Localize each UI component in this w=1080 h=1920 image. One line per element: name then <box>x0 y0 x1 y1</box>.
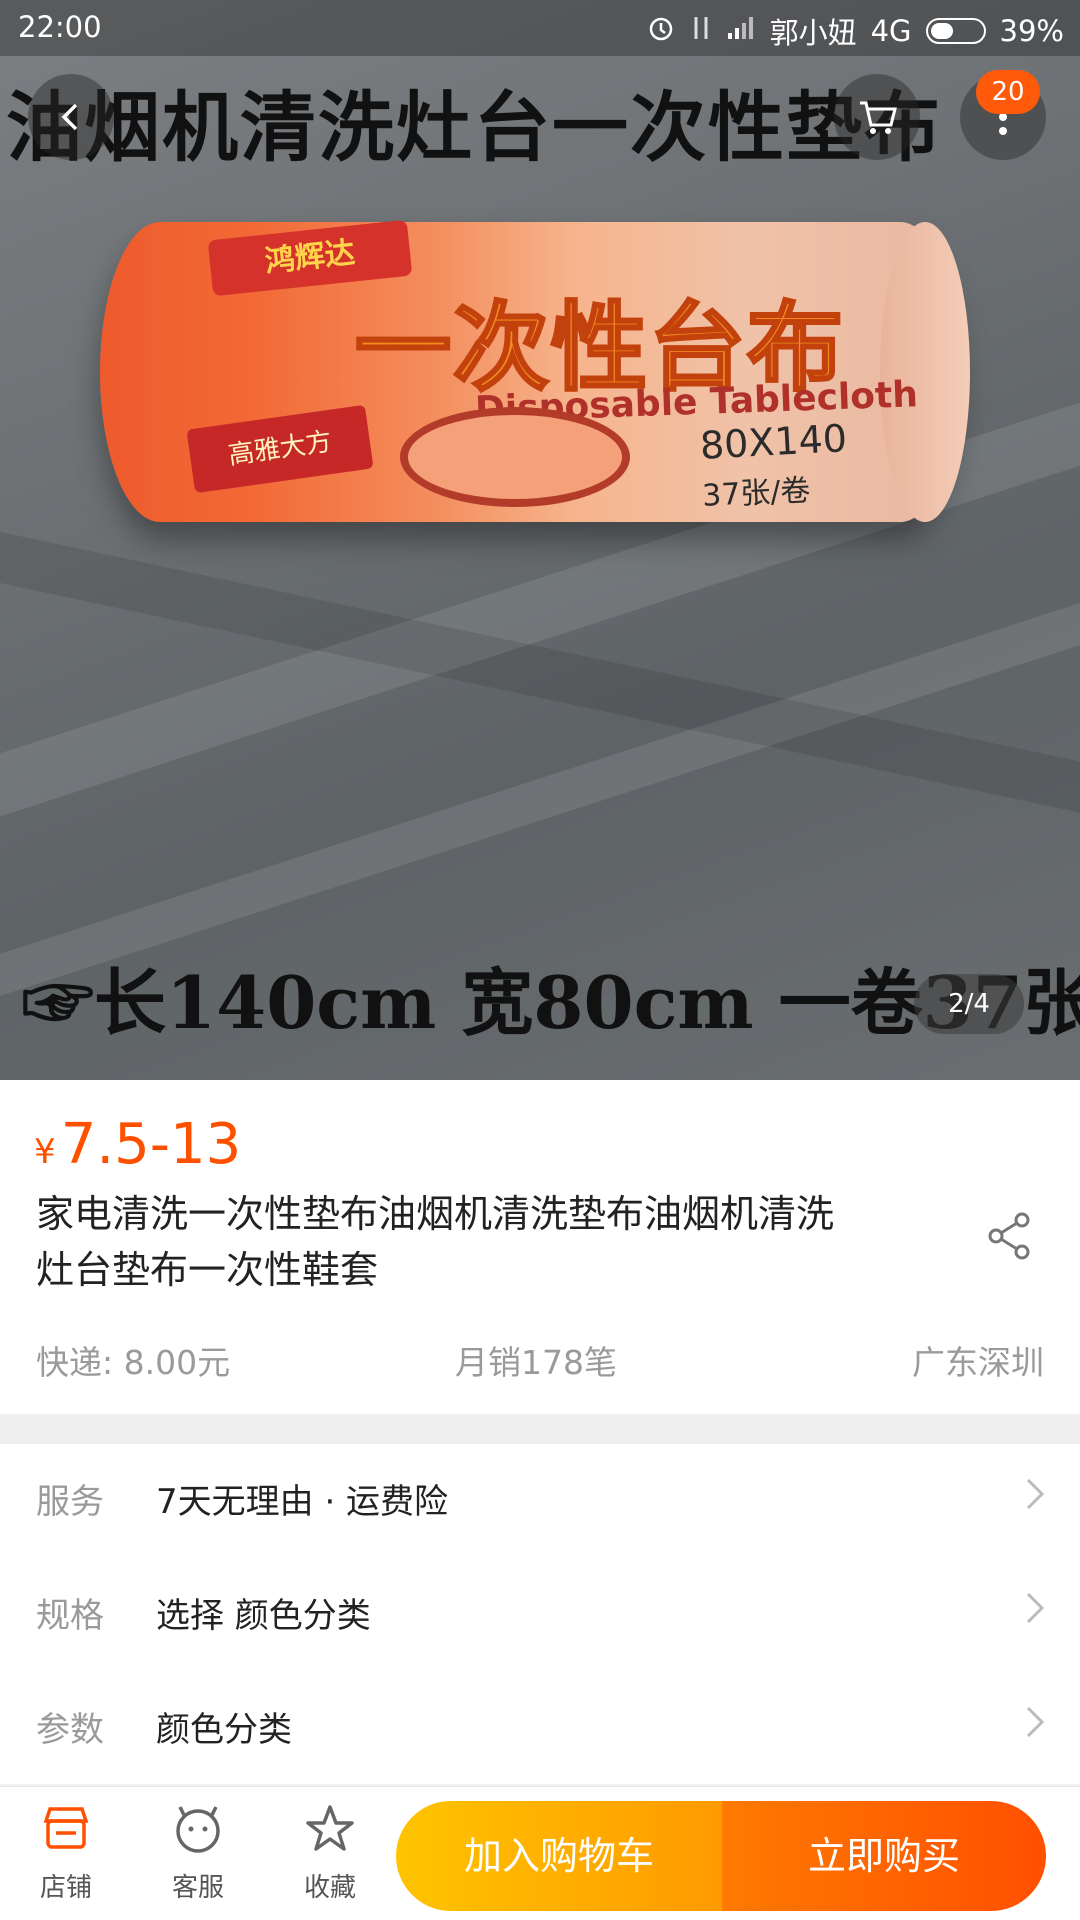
package-plate-graphic <box>400 407 630 507</box>
product-info: ¥ 7.5-13 家电清洗一次性垫布油烟机清洗垫布油烟机清洗灶台垫布一次性鞋套 … <box>0 1080 1080 1414</box>
store-icon <box>43 1807 89 1849</box>
add-to-cart-button[interactable]: 加入购物车 <box>396 1801 722 1911</box>
price-value: 7.5-13 <box>60 1112 242 1177</box>
row-key: 参数 <box>36 1710 104 1750</box>
row-value: 颜色分类 <box>156 1710 292 1750</box>
product-roll: 鸿辉达 一次性台布 Disposable Tablecloth 高雅大方 80X… <box>100 219 970 522</box>
cart-icon <box>860 101 897 134</box>
data-transfer-icon <box>690 13 712 50</box>
ship-from-location: 广东深圳 <box>912 1343 1044 1382</box>
signal-icon <box>726 14 756 48</box>
price-currency: ¥ <box>34 1132 56 1172</box>
status-time: 22:00 <box>18 10 102 44</box>
image-page-indicator: 2/4 <box>914 974 1024 1034</box>
monthly-sales: 月销178笔 <box>455 1343 617 1382</box>
bottom-action-bar: 店铺 客服 收藏 加入购物车 立即购买 <box>0 1786 1080 1920</box>
shipping-fee: 快递: 8.00元 <box>36 1343 231 1382</box>
package-size: 80X140 <box>698 416 848 468</box>
tab-label: 客服 <box>171 1873 224 1903</box>
tab-label: 店铺 <box>39 1873 92 1903</box>
roll-end <box>880 222 970 522</box>
row-value: 选择 颜色分类 <box>156 1596 371 1636</box>
row-service[interactable]: 服务 7天无理由 · 运费险 <box>0 1444 1080 1558</box>
row-key: 服务 <box>36 1482 104 1522</box>
product-title: 家电清洗一次性垫布油烟机清洗垫布油烟机清洗灶台垫布一次性鞋套 <box>36 1192 835 1292</box>
tab-label: 收藏 <box>303 1873 356 1903</box>
customer-service-icon <box>176 1806 220 1853</box>
row-spec[interactable]: 规格 选择 颜色分类 <box>0 1558 1080 1672</box>
row-key: 规格 <box>36 1596 104 1636</box>
back-button[interactable] <box>28 74 114 160</box>
status-bar: 22:00 郭小妞 4G 39% <box>0 0 1080 56</box>
chevron-right-icon <box>1026 1592 1045 1624</box>
product-price: ¥ 7.5-13 <box>34 1112 241 1177</box>
status-carrier: 郭小妞 <box>769 16 857 50</box>
cart-count-badge: 20 <box>976 70 1040 114</box>
section-divider <box>0 1414 1080 1444</box>
option-list: 服务 7天无理由 · 运费险 规格 选择 颜色分类 参数 颜色分类 <box>0 1444 1080 1784</box>
tab-store[interactable]: 店铺 <box>6 1801 126 1904</box>
package-count: 37张/卷 <box>701 473 812 514</box>
share-icon[interactable] <box>982 1208 1038 1264</box>
row-value: 7天无理由 · 运费险 <box>156 1482 449 1522</box>
chevron-right-icon <box>1026 1706 1045 1738</box>
product-image-gallery[interactable]: 油烟机清洗灶台一次性垫布 鸿辉达 一次性台布 Disposable Tablec… <box>0 0 1080 1080</box>
buy-now-button[interactable]: 立即购买 <box>722 1801 1046 1911</box>
tab-customer-service[interactable]: 客服 <box>138 1801 258 1904</box>
battery-icon <box>925 18 986 44</box>
chevron-left-icon <box>61 103 78 131</box>
alarm-icon <box>646 13 676 50</box>
status-network: 4G <box>870 14 912 48</box>
chevron-right-icon <box>1026 1478 1045 1510</box>
star-icon <box>306 1805 354 1851</box>
tab-favorite[interactable]: 收藏 <box>270 1801 390 1904</box>
status-battery: 39% <box>999 14 1064 48</box>
package-badge: 高雅大方 <box>186 404 374 494</box>
row-params[interactable]: 参数 颜色分类 <box>0 1672 1080 1786</box>
cart-button[interactable] <box>834 74 920 160</box>
